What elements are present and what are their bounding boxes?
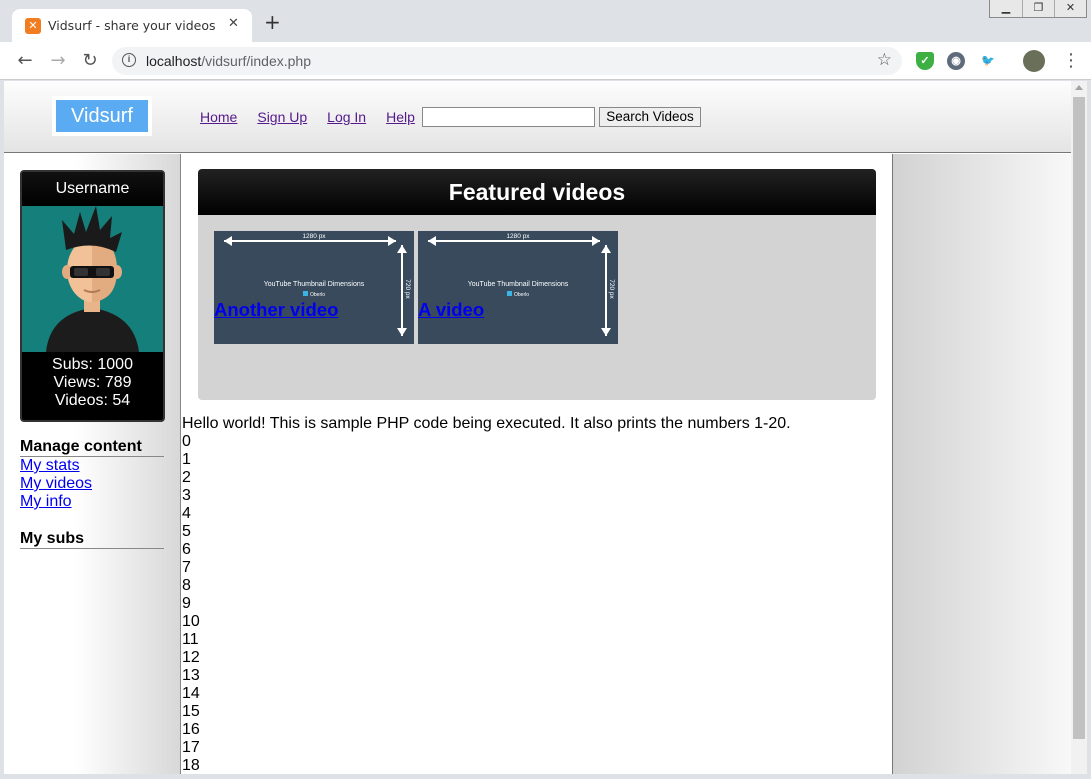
number-line: 8 [182,577,191,594]
browser-toolbar: ← → ↻ i localhost/vidsurf/index.php ☆ ✓ … [0,42,1091,80]
thumb-height-label: 720 px [608,279,615,299]
url-host: localhost [146,53,202,69]
eye-extension-icon[interactable]: ◉ [947,52,965,70]
info-icon[interactable]: i [122,53,136,67]
thumb-caption: YouTube Thumbnail Dimensions [468,281,569,288]
browser-titlebar: ✕ Vidsurf - share your videos with the w… [0,0,1091,42]
left-sidebar: Username Subs: 1000 Views: 789 Videos: 5… [4,154,181,774]
php-message: Hello world! This is sample PHP code bei… [182,415,791,432]
profile-avatar-icon[interactable] [1023,50,1045,72]
number-line: 0 [182,433,191,450]
number-line: 12 [182,649,200,666]
profile-stats: Subs: 1000 Views: 789 Videos: 54 [22,356,163,410]
back-button[interactable]: ← [14,50,36,72]
thumb-caption: YouTube Thumbnail Dimensions [264,281,365,288]
video-card: 1280 px 720 px YouTube Thumbnail Dimensi… [214,231,414,344]
my-subs-heading: My subs [20,529,164,549]
page-scrollbar[interactable] [1071,81,1087,774]
views-count: Views: 789 [53,374,132,391]
nav-signup-link[interactable]: Sign Up [257,109,307,125]
new-tab-button[interactable]: + [264,12,281,32]
thumb-width-label: 1280 px [302,233,326,240]
video-title-link[interactable]: Another video [214,299,338,321]
nav-home-link[interactable]: Home [200,109,237,125]
shield-extension-icon[interactable]: ✓ [916,52,934,70]
videos-count: Videos: 54 [54,392,131,409]
number-line: 1 [182,451,191,468]
number-line: 4 [182,505,191,522]
number-line: 7 [182,559,191,576]
top-navigation: Home Sign Up Log In Help [200,109,415,125]
php-output: Hello world! This is sample PHP code bei… [182,415,791,774]
search-videos-button[interactable]: Search Videos [599,107,701,127]
scrollbar-thumb[interactable] [1073,97,1085,739]
site-header: Vidsurf Home Sign Up Log In Help Search … [4,81,1071,153]
browser-menu-icon[interactable]: ⋮ [1062,50,1080,71]
logo-text: Vidsurf [56,100,148,132]
number-line: 2 [182,469,191,486]
thumb-brand: Oberlo [310,292,325,298]
subs-count: Subs: 1000 [52,356,133,373]
video-title-link[interactable]: A video [418,299,484,321]
browser-tab[interactable]: ✕ Vidsurf - share your videos with the w… [12,9,252,42]
number-line: 14 [182,685,200,702]
thumbnail-graphic: 1280 px 720 px YouTube Thumbnail Dimensi… [224,231,411,336]
number-line: 3 [182,487,191,504]
number-line: 11 [182,631,199,648]
number-line: 16 [182,721,200,738]
user-avatar [22,206,163,352]
xampp-icon: ✕ [25,18,41,34]
twitter-extension-icon[interactable]: 🐦 [979,52,997,70]
bookmark-star-icon[interactable]: ☆ [877,50,892,70]
window-controls: ▁ ❐ ✕ [989,0,1087,18]
restore-button[interactable]: ❐ [1022,0,1054,17]
number-line: 13 [182,667,200,684]
avatar-illustration [46,206,139,352]
thumb-height-label: 720 px [404,279,411,299]
forward-button[interactable]: → [47,50,69,72]
thumbnail-graphic: 1280 px 720 px YouTube Thumbnail Dimensi… [428,231,615,336]
page-viewport: Vidsurf Home Sign Up Log In Help Search … [4,81,1071,774]
site-logo[interactable]: Vidsurf [52,96,152,136]
thumb-brand: Oberlo [514,292,529,298]
right-column [892,154,1071,774]
video-thumbnail[interactable]: 1280 px 720 px YouTube Thumbnail Dimensi… [214,231,414,344]
search-input[interactable] [422,107,595,127]
featured-videos-heading: Featured videos [198,169,876,215]
number-line: 15 [182,703,200,720]
manage-content-heading: Manage content [20,437,164,457]
close-tab-icon[interactable]: ✕ [228,16,239,31]
number-line: 5 [182,523,191,540]
scroll-up-arrow-icon[interactable] [1075,85,1083,90]
number-line: 9 [182,595,191,612]
video-card: 1280 px 720 px YouTube Thumbnail Dimensi… [418,231,618,344]
minimize-button[interactable]: ▁ [990,0,1022,17]
my-videos-link[interactable]: My videos [20,475,92,493]
close-window-button[interactable]: ✕ [1054,0,1086,17]
address-bar[interactable]: i localhost/vidsurf/index.php ☆ [112,47,902,75]
profile-username: Username [22,172,163,206]
video-thumbnail[interactable]: 1280 px 720 px YouTube Thumbnail Dimensi… [418,231,618,344]
tab-title: Vidsurf - share your videos with the wor… [48,18,220,33]
profile-card: Username Subs: 1000 Views: 789 Videos: 5… [20,170,165,422]
my-stats-link[interactable]: My stats [20,457,80,475]
featured-videos-panel: Featured videos 1280 px 720 px YouTube T… [198,169,876,400]
url-text: localhost/vidsurf/index.php [146,53,311,69]
reload-button[interactable]: ↻ [79,50,101,72]
my-info-link[interactable]: My info [20,493,72,511]
number-line: 10 [182,613,200,630]
nav-help-link[interactable]: Help [386,109,415,125]
url-path: /vidsurf/index.php [201,53,311,69]
thumb-width-label: 1280 px [506,233,530,240]
number-line: 17 [182,739,200,756]
number-line: 18 [182,757,200,774]
number-line: 6 [182,541,191,558]
nav-login-link[interactable]: Log In [327,109,366,125]
